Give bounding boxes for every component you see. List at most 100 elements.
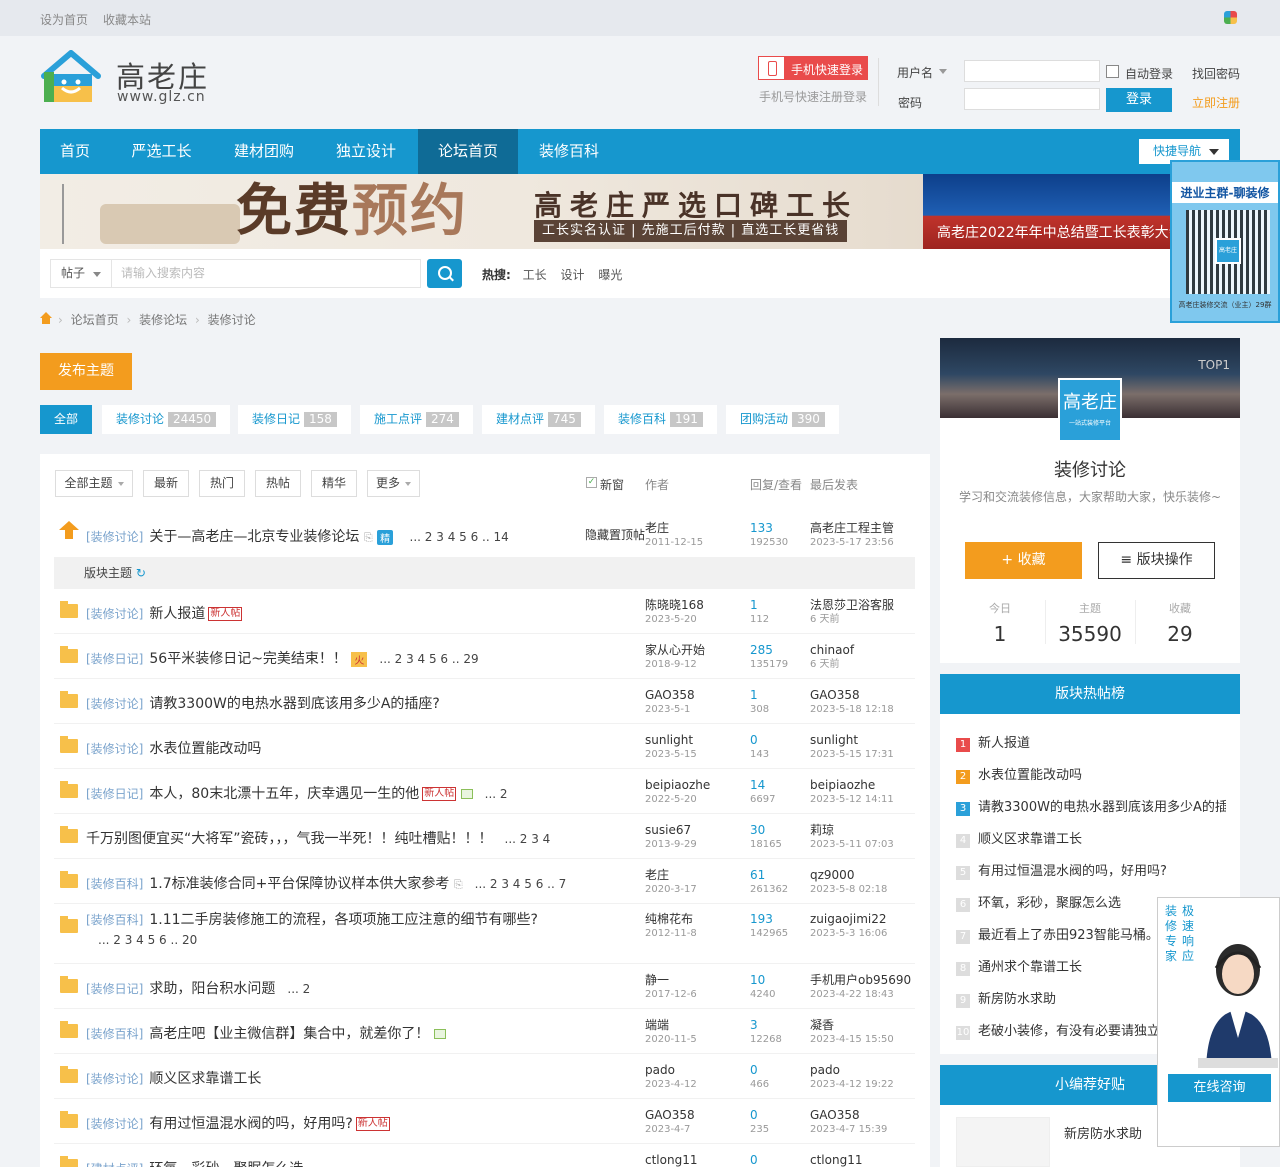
favorite-button[interactable]: + 收藏 <box>965 542 1082 579</box>
reply-count[interactable]: 0 <box>750 1063 758 1077</box>
reply-count[interactable]: 0 <box>750 1108 758 1122</box>
thread-tag[interactable]: [装修日记] <box>86 652 143 666</box>
table-row[interactable]: [装修日记] 本人，80末北漂十五年，庆幸遇见一生的他 新人帖 ... 2 beipi… <box>54 769 915 814</box>
author-name[interactable]: GAO358 <box>645 688 695 702</box>
consult-widget[interactable]: 装修专家 极速响应 在线咨询 <box>1157 897 1280 1147</box>
category-tab-all[interactable]: 全部 <box>40 405 93 434</box>
author-name[interactable]: sunlight <box>645 733 693 747</box>
last-time[interactable]: 2023-4-7 15:39 <box>810 1123 887 1137</box>
table-row[interactable]: [装修讨论] 有用过恒温混水阀的吗，好用吗? 新人帖 GAO358 2023-4-7 0 2… <box>54 1099 915 1144</box>
phone-register-link[interactable]: 手机号快速注册登录 <box>759 88 867 105</box>
thread-title[interactable]: 环氧，彩砂，聚脲怎么选 <box>149 1161 303 1167</box>
online-consult-button[interactable]: 在线咨询 <box>1168 1074 1271 1102</box>
reply-count[interactable]: 193 <box>750 912 773 926</box>
author-name[interactable]: 纯棉花布 <box>645 912 693 926</box>
nav-home[interactable]: 首页 <box>40 129 110 174</box>
last-user[interactable]: beipiaozhe <box>810 778 875 792</box>
username-label[interactable]: 用户名 <box>897 64 933 81</box>
filter-hot-posts[interactable]: 热帖 <box>255 470 301 497</box>
nav-encyclopedia[interactable]: 装修百科 <box>518 129 620 174</box>
password-input[interactable] <box>964 88 1100 110</box>
category-tab-encyclopedia[interactable]: 装修百科 191 <box>604 405 717 434</box>
recommend-item[interactable]: 新房防水求助 <box>1064 1123 1142 1142</box>
last-time[interactable]: 2023-5-18 12:18 <box>810 703 894 717</box>
last-time[interactable]: 2023-5-15 17:31 <box>810 748 894 762</box>
thread-title[interactable]: 千万别图便宜买“大将军”瓷砖，，，气我一半死！！纯吐槽贴！！！ <box>86 831 493 847</box>
reply-count[interactable]: 1 <box>750 598 758 612</box>
nav-group-buy[interactable]: 建材团购 <box>213 129 315 174</box>
last-user[interactable]: GAO358 <box>810 688 860 702</box>
table-row[interactable]: [装修日记] 求助，阳台积水问题 ... 2 静一 2017-12-6 10 4240 手机用… <box>54 964 915 1009</box>
username-input[interactable] <box>964 60 1100 82</box>
author-name[interactable]: beipiaozhe <box>645 778 710 792</box>
last-time[interactable]: 2023-5-12 14:11 <box>810 793 894 807</box>
thread-title[interactable]: 顺义区求靠谱工长 <box>149 1071 261 1087</box>
find-password-link[interactable]: 找回密码 <box>1192 65 1240 82</box>
bookmark-link[interactable]: 收藏本站 <box>103 11 151 28</box>
thread-tag[interactable]: [装修讨论] <box>86 697 143 711</box>
refresh-icon[interactable]: ↻ <box>136 566 146 580</box>
all-topics-dropdown[interactable]: 全部主题 <box>55 470 133 497</box>
filter-digest[interactable]: 精华 <box>311 470 357 497</box>
last-time[interactable]: 2023-5-17 23:56 <box>810 536 894 550</box>
last-time[interactable]: 2023-4-15 15:50 <box>810 1033 894 1047</box>
recommend-thumbnail[interactable] <box>956 1117 1050 1167</box>
table-row[interactable]: 千万别图便宜买“大将军”瓷砖，，，气我一半死！！纯吐槽贴！！！ ... 2 3 4… <box>54 814 915 859</box>
thread-title[interactable]: 关于—高老庄—北京专业装修论坛 <box>149 529 359 545</box>
new-topic-button[interactable]: 发布主题 <box>40 353 132 390</box>
thread-tag[interactable]: [装修讨论] <box>86 1117 143 1131</box>
reply-count[interactable]: 0 <box>750 733 758 747</box>
table-row[interactable]: [装修百科] 高老庄吧【业主微信群】集合中，就差你了！ 端端 2020-11-5 3 1… <box>54 1009 915 1054</box>
last-user[interactable]: ctlong11 <box>810 1153 862 1167</box>
thread-tag[interactable]: [装修百科] <box>86 877 143 891</box>
author-name[interactable]: 静一 <box>645 973 669 987</box>
search-input[interactable]: 请输入搜索内容 <box>111 259 421 288</box>
thread-tag[interactable]: [装修百科] <box>86 913 143 927</box>
table-row[interactable]: [装修百科] 1.11二手房装修施工的流程，各项项施工应注意的细节有哪些? ... … <box>54 904 915 964</box>
filter-hot[interactable]: 热门 <box>199 470 245 497</box>
filter-latest[interactable]: 最新 <box>143 470 189 497</box>
thread-title[interactable]: 有用过恒温混水阀的吗，好用吗? <box>149 1116 352 1132</box>
thread-title[interactable]: 求助，阳台积水问题 <box>149 981 275 997</box>
hot-post-item[interactable]: 2 水表位置能改动吗 <box>956 764 1226 784</box>
phone-login-button[interactable]: 手机快速登录 <box>758 56 868 80</box>
logo-icon[interactable] <box>40 50 102 106</box>
reply-count[interactable]: 10 <box>750 973 765 987</box>
author-header[interactable]: 作者 <box>645 476 669 493</box>
reply-count[interactable]: 30 <box>750 823 765 837</box>
thread-tag[interactable]: [装修讨论] <box>86 530 143 544</box>
page-links[interactable]: ... 2 3 4 5 6 .. 29 <box>379 652 478 666</box>
category-tab-group-buy[interactable]: 团购活动 390 <box>726 405 839 434</box>
page-links[interactable]: ... 2 <box>287 982 310 996</box>
more-dropdown[interactable]: 更多 <box>367 470 420 497</box>
login-button[interactable]: 登录 <box>1106 88 1172 112</box>
last-user[interactable]: zuigaojimi22 <box>810 912 887 926</box>
table-row[interactable]: [装修讨论] 水表位置能改动吗 sunlight 2023-5-15 0 143 sunli… <box>54 724 915 769</box>
thread-title[interactable]: 1.7标准装修合同+平台保障协议样本供大家参考 <box>149 876 449 892</box>
hot-term[interactable]: 设计 <box>560 268 584 282</box>
last-time[interactable]: 6 天前 <box>810 658 854 672</box>
hot-post-title[interactable]: 有用过恒温混水阀的吗，好用吗? <box>978 864 1167 879</box>
author-name[interactable]: pado <box>645 1063 675 1077</box>
last-time[interactable]: 2023-4-12 19:22 <box>810 1078 894 1092</box>
last-user[interactable]: chinaof <box>810 643 854 657</box>
thread-title[interactable]: 高老庄吧【业主微信群】集合中，就差你了！ <box>149 1026 429 1042</box>
hot-post-title[interactable]: 请教3300W的电热水器到底该用多少A的插... <box>978 800 1226 815</box>
breadcrumb-forum[interactable]: 装修论坛 <box>139 313 187 327</box>
category-tab-construction-review[interactable]: 施工点评 274 <box>360 405 473 434</box>
page-links[interactable]: ... 2 3 4 5 6 .. 20 <box>98 933 197 947</box>
hide-pinned-link[interactable]: 隐藏置顶帖 <box>585 526 645 543</box>
reply-count[interactable]: 0 <box>750 1153 758 1167</box>
board-ops-button[interactable]: ≡ 版块操作 <box>1098 542 1215 579</box>
hot-post-title[interactable]: 最近看上了赤田923智能马桶。 <box>978 928 1159 943</box>
hot-post-title[interactable]: 新房防水求助 <box>978 992 1056 1007</box>
thread-title[interactable]: 本人，80末北漂十五年，庆幸遇见一生的他 <box>149 786 419 802</box>
thread-tag[interactable]: [装修日记] <box>86 982 143 996</box>
last-post-header[interactable]: 最后发表 <box>810 476 858 493</box>
breadcrumb-board[interactable]: 装修讨论 <box>208 313 256 327</box>
author-name[interactable]: ctlong11 <box>645 1153 697 1167</box>
author-name[interactable]: 老庄 <box>645 521 669 535</box>
hot-post-item[interactable]: 4 顺义区求靠谱工长 <box>956 828 1226 848</box>
table-row[interactable]: [建材点评] 环氧，彩砂，聚脲怎么选 ctlong11 0 ctlong11 <box>54 1144 915 1167</box>
new-window-checkbox[interactable]: ✓ <box>586 477 597 488</box>
